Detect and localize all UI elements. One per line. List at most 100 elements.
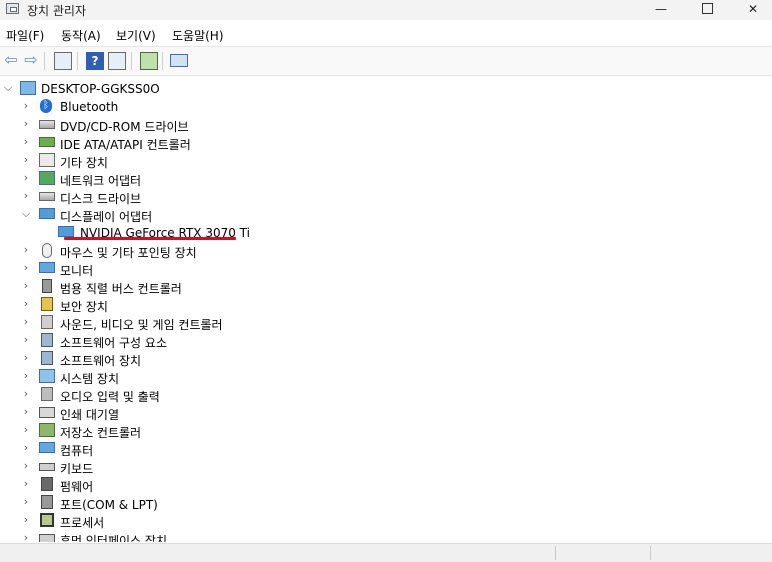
menu-help[interactable]: 도움말(H)	[172, 27, 224, 44]
tree-item-keyboard[interactable]: › 키보드	[0, 458, 772, 476]
view-icon[interactable]	[108, 52, 126, 70]
tree-item-usb[interactable]: › 범용 직렬 버스 컨트롤러	[0, 278, 772, 296]
chevron-right-icon[interactable]: ›	[20, 477, 32, 491]
computer-icon	[20, 81, 36, 95]
chevron-right-icon[interactable]: ›	[20, 297, 32, 311]
software-component-icon	[41, 333, 53, 347]
tree-item-system[interactable]: › 시스템 장치	[0, 368, 772, 386]
scan-icon[interactable]	[140, 52, 158, 70]
highlight-underline	[64, 237, 236, 240]
dvd-drive-icon	[39, 120, 55, 129]
chevron-right-icon[interactable]: ›	[20, 513, 32, 527]
hid-icon	[39, 534, 55, 542]
chevron-right-icon[interactable]: ›	[20, 423, 32, 437]
properties-icon[interactable]	[54, 52, 72, 70]
back-icon[interactable]: ⇦	[2, 52, 20, 70]
close-button[interactable]: ✕	[730, 0, 772, 20]
menu-action[interactable]: 동작(A)	[61, 27, 101, 44]
display-adapter-icon	[58, 226, 74, 237]
tree-root-label: DESKTOP-GGKSS0O	[41, 82, 160, 96]
tree-item-ide[interactable]: › IDE ATA/ATAPI 컨트롤러	[0, 134, 772, 152]
tree-item-hid[interactable]: › 휴먼 인터페이스 장치	[0, 530, 772, 542]
tree-root[interactable]: ⌵ DESKTOP-GGKSS0O	[0, 80, 772, 98]
tree-item-label: 소프트웨어 구성 요소	[60, 336, 167, 350]
chevron-right-icon[interactable]: ›	[20, 189, 32, 203]
tree-item-label: 컴퓨터	[60, 444, 94, 458]
chevron-right-icon[interactable]: ›	[20, 171, 32, 185]
tree-item-security[interactable]: › 보안 장치	[0, 296, 772, 314]
tree-item-dvd[interactable]: › DVD/CD-ROM 드라이브	[0, 116, 772, 134]
chevron-right-icon[interactable]: ›	[20, 405, 32, 419]
chevron-right-icon[interactable]: ›	[20, 99, 32, 113]
tree-item-monitor[interactable]: › 모니터	[0, 260, 772, 278]
tree-item-label: Bluetooth	[60, 100, 119, 114]
tree-item-label: 네트워크 어댑터	[60, 174, 142, 188]
tree-item-software-device[interactable]: › 소프트웨어 장치	[0, 350, 772, 368]
tree-item-label: 사운드, 비디오 및 게임 컨트롤러	[60, 318, 223, 332]
tree-item-label: 시스템 장치	[60, 372, 120, 386]
status-separator	[555, 546, 556, 560]
tree-item-mouse[interactable]: › 마우스 및 기타 포인팅 장치	[0, 242, 772, 260]
tree-item-software-component[interactable]: › 소프트웨어 구성 요소	[0, 332, 772, 350]
computer-icon	[39, 442, 55, 453]
chevron-right-icon[interactable]: ›	[20, 243, 32, 257]
printer-icon	[39, 407, 55, 418]
toolbar-separator	[162, 52, 163, 70]
tree-item-computer[interactable]: › 컴퓨터	[0, 440, 772, 458]
chevron-right-icon[interactable]: ›	[20, 387, 32, 401]
menu-view[interactable]: 보기(V)	[116, 27, 156, 44]
tree-item-other[interactable]: › 기타 장치	[0, 152, 772, 170]
help-icon[interactable]: ?	[86, 52, 104, 70]
menu-file[interactable]: 파일(F)	[6, 27, 44, 44]
chevron-right-icon[interactable]: ›	[20, 333, 32, 347]
chevron-right-icon[interactable]: ›	[20, 441, 32, 455]
tree-item-network[interactable]: › 네트워크 어댑터	[0, 170, 772, 188]
tree-item-label: 휴먼 인터페이스 장치	[60, 534, 167, 542]
chevron-right-icon[interactable]: ›	[20, 117, 32, 131]
tree-item-sound[interactable]: › 사운드, 비디오 및 게임 컨트롤러	[0, 314, 772, 332]
ide-controller-icon	[39, 137, 55, 147]
tree-item-label: IDE ATA/ATAPI 컨트롤러	[60, 138, 191, 152]
chevron-right-icon[interactable]: ›	[20, 459, 32, 473]
tree-item-label: 마우스 및 기타 포인팅 장치	[60, 246, 197, 260]
tree-item-storage[interactable]: › 저장소 컨트롤러	[0, 422, 772, 440]
chevron-right-icon[interactable]: ›	[20, 279, 32, 293]
forward-icon[interactable]: ⇨	[22, 52, 40, 70]
tree-item-bluetooth[interactable]: › ᛒ Bluetooth	[0, 98, 772, 116]
chevron-right-icon[interactable]: ›	[20, 135, 32, 149]
chevron-right-icon[interactable]: ›	[20, 495, 32, 509]
chevron-down-icon[interactable]: ⌵	[20, 207, 32, 221]
chevron-down-icon[interactable]: ⌵	[2, 81, 14, 95]
tree-item-label: 디스플레이 어댑터	[60, 210, 153, 224]
tree-item-print-queue[interactable]: › 인쇄 대기열	[0, 404, 772, 422]
disk-drive-icon	[39, 192, 55, 201]
chevron-right-icon[interactable]: ›	[20, 531, 32, 542]
usb-icon	[42, 279, 52, 293]
tree-item-label: 키보드	[60, 462, 94, 476]
status-separator	[650, 546, 651, 560]
tree-item-label: 프로세서	[60, 516, 105, 530]
toolbar: ⇦ ⇨ ?	[0, 46, 772, 76]
system-device-icon	[39, 369, 55, 383]
tree-item-processor[interactable]: › 프로세서	[0, 512, 772, 530]
monitor-icon[interactable]	[170, 54, 188, 67]
tree-item-label: 소프트웨어 장치	[60, 354, 142, 368]
chevron-right-icon[interactable]: ›	[20, 369, 32, 383]
chevron-right-icon[interactable]: ›	[20, 153, 32, 167]
tree-item-disk[interactable]: › 디스크 드라이브	[0, 188, 772, 206]
chevron-right-icon[interactable]: ›	[20, 261, 32, 275]
tree-item-audio-io[interactable]: › 오디오 입력 및 출력	[0, 386, 772, 404]
device-tree: ⌵ DESKTOP-GGKSS0O › ᛒ Bluetooth › DVD/CD…	[0, 76, 772, 542]
security-icon	[41, 297, 53, 311]
software-device-icon	[41, 351, 53, 365]
tree-item-label: 모니터	[60, 264, 94, 278]
tree-item-firmware[interactable]: › 펌웨어	[0, 476, 772, 494]
tree-item-ports[interactable]: › 포트(COM & LPT)	[0, 494, 772, 512]
chevron-right-icon[interactable]: ›	[20, 315, 32, 329]
minimize-button[interactable]: —	[638, 0, 684, 20]
tree-item-display[interactable]: ⌵ 디스플레이 어댑터	[0, 206, 772, 224]
chevron-right-icon[interactable]: ›	[20, 351, 32, 365]
maximize-button[interactable]	[684, 0, 730, 20]
tree-item-label: 저장소 컨트롤러	[60, 426, 142, 440]
keyboard-icon	[39, 463, 55, 471]
